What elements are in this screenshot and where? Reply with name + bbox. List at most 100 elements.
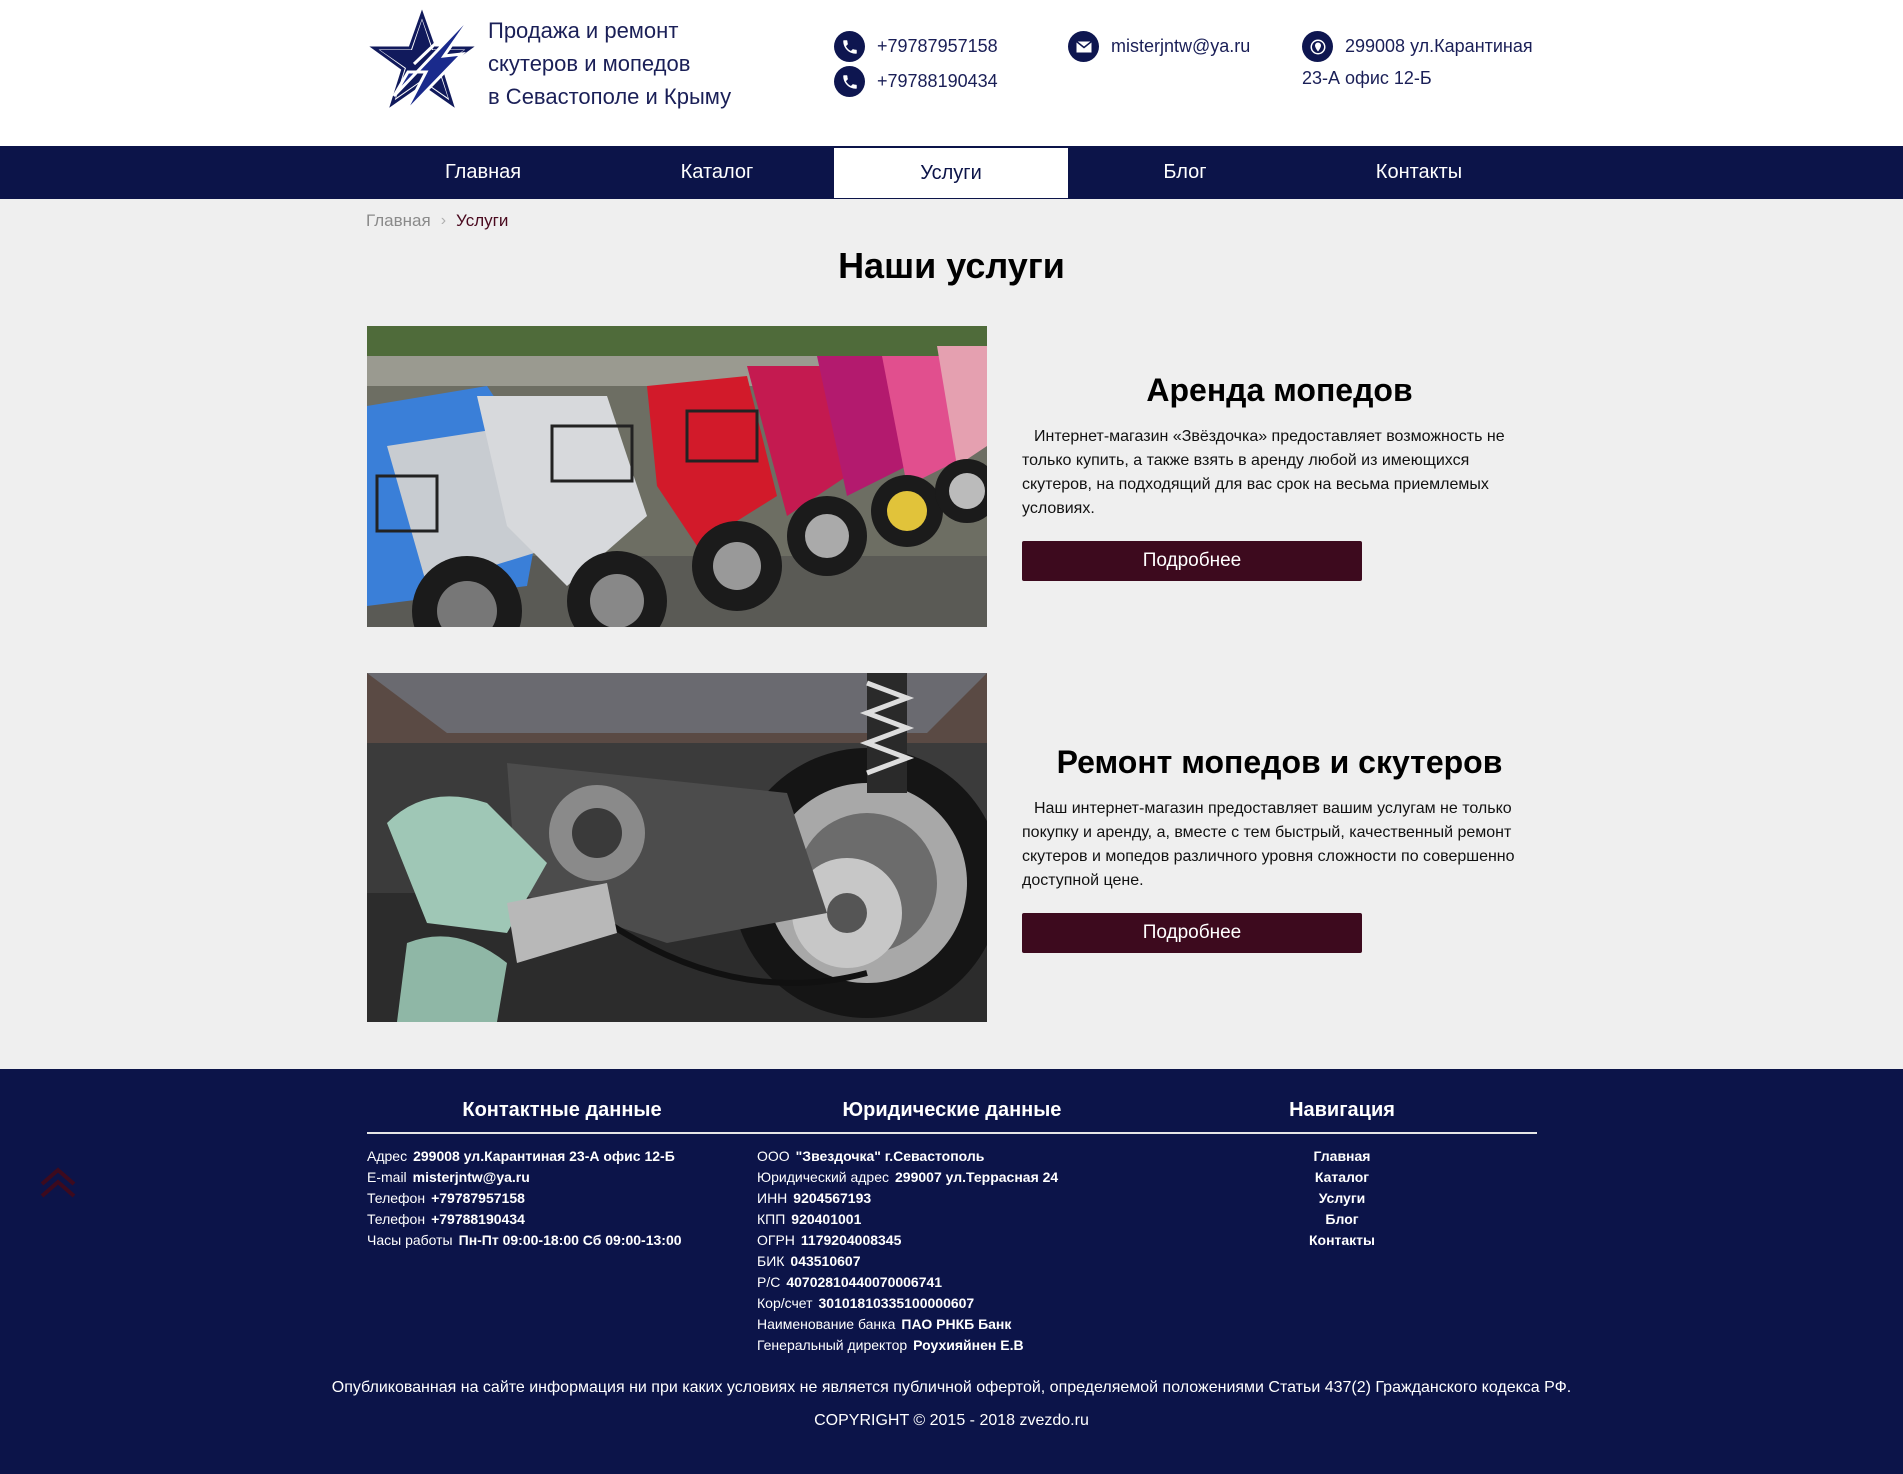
address-text-2: 23-А офис 12-Б — [1302, 68, 1432, 88]
row-value[interactable]: +79788190434 — [431, 1211, 525, 1227]
service-title: Ремонт мопедов и скутеров — [1056, 744, 1503, 780]
legal-row: ООО "Звездочка" г.Севастополь — [757, 1146, 1147, 1167]
phone-icon — [834, 66, 865, 97]
nav-item-home[interactable]: Главная — [366, 146, 600, 199]
contact-row: E-mail misterjntw@ya.ru — [367, 1167, 757, 1188]
row-label: Адрес — [367, 1148, 408, 1164]
row-label: Телефон — [367, 1190, 426, 1206]
legal-row: КПП 920401001 — [757, 1209, 1147, 1230]
row-value: 299008 ул.Карантиная 23-А офис 12-Б — [413, 1148, 675, 1164]
row-value[interactable]: +79787957158 — [431, 1190, 525, 1206]
email-row[interactable]: misterjntw@ya.ru — [1068, 29, 1250, 64]
row-label: Наименование банка — [757, 1316, 896, 1332]
service-description: Наш интернет-магазин предоставляет вашим… — [1022, 800, 1515, 889]
row-value: 30101810335100000607 — [818, 1295, 975, 1311]
row-label: ИНН — [757, 1190, 788, 1206]
row-label: Часы работы — [367, 1232, 453, 1248]
phone-number[interactable]: +79788190434 — [877, 71, 998, 92]
repair-image[interactable] — [367, 673, 987, 1022]
row-value: Пн-Пт 09:00-18:00 Сб 09:00-13:00 — [458, 1232, 682, 1248]
row-label: Р/С — [757, 1274, 781, 1290]
legal-row: Р/С 40702810440070006741 — [757, 1272, 1147, 1293]
scroll-top-icon[interactable] — [36, 1162, 80, 1206]
legal-row: Кор/счет 30101810335100000607 — [757, 1293, 1147, 1314]
mail-icon — [1068, 31, 1099, 62]
service-title: Аренда мопедов — [1146, 372, 1413, 408]
phone-icon — [834, 31, 865, 62]
tagline-line: Продажа и ремонт — [488, 18, 679, 43]
nav-item-contacts[interactable]: Контакты — [1302, 146, 1536, 199]
legal-row: Наименование банка ПАО РНКБ Банк — [757, 1314, 1147, 1335]
email-link[interactable]: misterjntw@ya.ru — [1111, 36, 1250, 57]
footer-nav-links: Главная Каталог Услуги Блог Контакты — [1147, 1146, 1537, 1251]
breadcrumb-home[interactable]: Главная — [366, 211, 431, 231]
phone-row[interactable]: +79788190434 — [834, 64, 998, 99]
rental-image[interactable] — [367, 326, 987, 627]
footer-copyright: COPYRIGHT © 2015 - 2018 zvezdo.ru — [814, 1412, 1089, 1429]
tagline-line: скутеров и мопедов — [488, 51, 691, 76]
details-button[interactable]: Подробнее — [1022, 913, 1362, 953]
row-label: КПП — [757, 1211, 786, 1227]
page-title: Наши услуги — [838, 245, 1065, 286]
contact-row: Часы работы Пн-Пт 09:00-18:00 Сб 09:00-13… — [367, 1230, 757, 1251]
footer-link-home[interactable]: Главная — [1147, 1146, 1537, 1167]
row-label: Кор/счет — [757, 1295, 813, 1311]
address-row: 299008 ул.Карантиная — [1302, 29, 1542, 64]
footer-section-title: Юридические данные — [757, 1099, 1147, 1134]
row-value: 1179204008345 — [800, 1232, 902, 1248]
footer-contacts: Контактные данные Адрес 299008 ул.Каранти… — [367, 1099, 757, 1251]
breadcrumb-current: Услуги — [456, 211, 509, 230]
legal-row: БИК 043510607 — [757, 1251, 1147, 1272]
footer-link-blog[interactable]: Блог — [1147, 1209, 1537, 1230]
row-label: Генеральный директор — [757, 1337, 908, 1353]
main-nav: Главная Каталог Услуги Блог Контакты — [0, 146, 1903, 199]
contact-row: Телефон +79787957158 — [367, 1188, 757, 1209]
nav-items: Главная Каталог Услуги Блог Контакты — [366, 146, 1536, 199]
header-phones: +79787957158 +79788190434 — [834, 29, 998, 99]
row-value: 043510607 — [790, 1253, 861, 1269]
legal-row: ИНН 9204567193 — [757, 1188, 1147, 1209]
footer-section-title: Навигация — [1147, 1099, 1537, 1134]
row-value: Роухияйнен Е.В — [913, 1337, 1024, 1353]
footer-navigation: Навигация Главная Каталог Услуги Блог Ко… — [1147, 1099, 1537, 1251]
contact-row: Адрес 299008 ул.Карантиная 23-А офис 12-Б — [367, 1146, 757, 1167]
phone-number[interactable]: +79787957158 — [877, 36, 998, 57]
row-value: 299007 ул.Террасная 24 — [895, 1169, 1059, 1185]
star-logo-icon[interactable] — [364, 6, 480, 118]
row-label: Телефон — [367, 1211, 426, 1227]
row-label: ОГРН — [757, 1232, 795, 1248]
header-address: 299008 ул.Карантиная 23-А офис 12-Б — [1302, 29, 1542, 92]
footer-link-services[interactable]: Услуги — [1147, 1188, 1537, 1209]
tagline-line: в Севастополе и Крыму — [488, 84, 732, 109]
header-email: misterjntw@ya.ru — [1068, 29, 1250, 64]
site-header: Продажа и ремонт скутеров и мопедов в Се… — [0, 0, 1903, 146]
location-icon — [1302, 31, 1333, 62]
contact-rows: Адрес 299008 ул.Карантиная 23-А офис 12-Б… — [367, 1146, 757, 1251]
footer-link-catalog[interactable]: Каталог — [1147, 1167, 1537, 1188]
legal-row: Генеральный директор Роухияйнен Е.В — [757, 1335, 1147, 1356]
nav-item-catalog[interactable]: Каталог — [600, 146, 834, 199]
site-footer: Контактные данные Адрес 299008 ул.Каранти… — [0, 1069, 1903, 1474]
footer-disclaimer: Опубликованная на сайте информация ни пр… — [331, 1379, 1572, 1396]
phone-row[interactable]: +79787957158 — [834, 29, 998, 64]
nav-item-blog[interactable]: Блог — [1068, 146, 1302, 199]
footer-legal: Юридические данные ООО "Звездочка" г.Сева… — [757, 1099, 1147, 1356]
row-label: БИК — [757, 1253, 785, 1269]
row-value: 9204567193 — [793, 1190, 872, 1206]
row-value: ПАО РНКБ Банк — [901, 1316, 1012, 1332]
address-text: 299008 ул.Карантиная — [1345, 36, 1533, 56]
breadcrumb: Главная › Услуги — [366, 211, 508, 231]
legal-row: ОГРН 1179204008345 — [757, 1230, 1147, 1251]
footer-link-contacts[interactable]: Контакты — [1147, 1230, 1537, 1251]
row-label: ООО — [757, 1148, 790, 1164]
row-value: "Звездочка" г.Севастополь — [795, 1148, 985, 1164]
row-label: E-mail — [367, 1169, 407, 1185]
nav-item-services[interactable]: Услуги — [834, 148, 1068, 198]
row-value[interactable]: misterjntw@ya.ru — [413, 1169, 530, 1185]
service-description: Интернет-магазин «Звёздочка» предоставля… — [1022, 428, 1505, 517]
header-tagline: Продажа и ремонт скутеров и мопедов в Се… — [488, 14, 768, 113]
footer-section-title: Контактные данные — [367, 1099, 757, 1134]
details-button[interactable]: Подробнее — [1022, 541, 1362, 581]
breadcrumb-separator: › — [440, 212, 447, 229]
row-value: 40702810440070006741 — [786, 1274, 943, 1290]
